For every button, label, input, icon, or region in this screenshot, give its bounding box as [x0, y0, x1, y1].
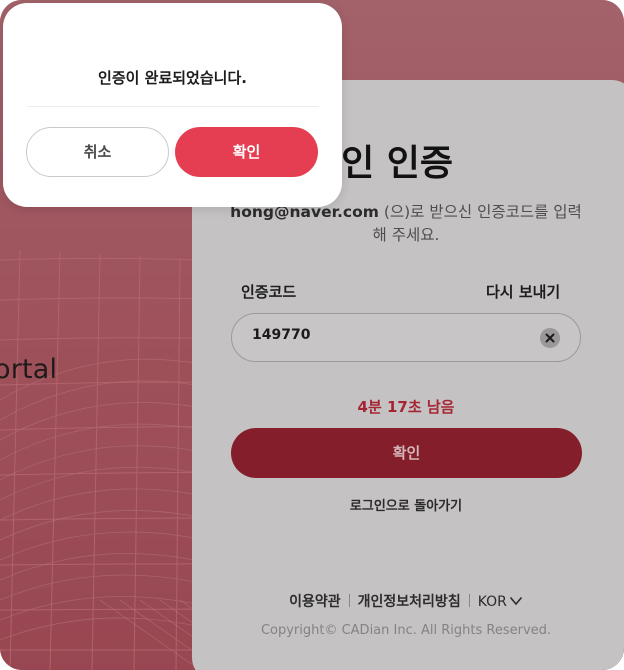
background-portal-text: ortal [0, 354, 58, 385]
privacy-link[interactable]: 개인정보처리방침 [358, 594, 461, 610]
footer-divider [348, 594, 350, 607]
footer-links: 이용약관 개인정보처리방침 KOR [231, 591, 581, 611]
modal-cancel-button[interactable]: 취소 [26, 127, 169, 177]
code-label: 인증코드 [241, 283, 297, 301]
chevron-down-icon [509, 596, 522, 606]
timer-text: 4분 17초 남음 [357, 398, 455, 416]
confirm-button[interactable]: 확인 [231, 428, 582, 478]
code-input[interactable] [252, 327, 522, 343]
code-field [231, 313, 581, 362]
modal-ok-button[interactable]: 확인 [175, 127, 318, 177]
language-label: KOR [477, 594, 507, 610]
terms-link[interactable]: 이용약관 [289, 594, 341, 610]
back-to-login-link[interactable]: 로그인으로 돌아가기 [231, 495, 581, 514]
clear-icon[interactable] [540, 328, 560, 348]
footer-divider [468, 594, 470, 607]
copyright-text: Copyright© CADian Inc. All Rights Reserv… [260, 623, 552, 638]
modal-divider [27, 106, 319, 107]
verification-instructions: (으)로 받으신 인증코드를 입력 해 주세요. [372, 203, 582, 244]
verification-description: hong@naver.com (으)로 받으신 인증코드를 입력 해 주세요. [230, 201, 582, 247]
resend-button[interactable]: 다시 보내기 [486, 281, 560, 302]
confirmation-modal: 인증이 완료되었습니다. 취소 확인 [3, 3, 342, 207]
language-selector[interactable]: KOR [478, 594, 523, 610]
modal-message: 인증이 완료되었습니다. [98, 69, 247, 87]
app-screen: ortal 본인 인증 hong@naver.com (으)로 받으신 인증코드… [0, 0, 624, 670]
